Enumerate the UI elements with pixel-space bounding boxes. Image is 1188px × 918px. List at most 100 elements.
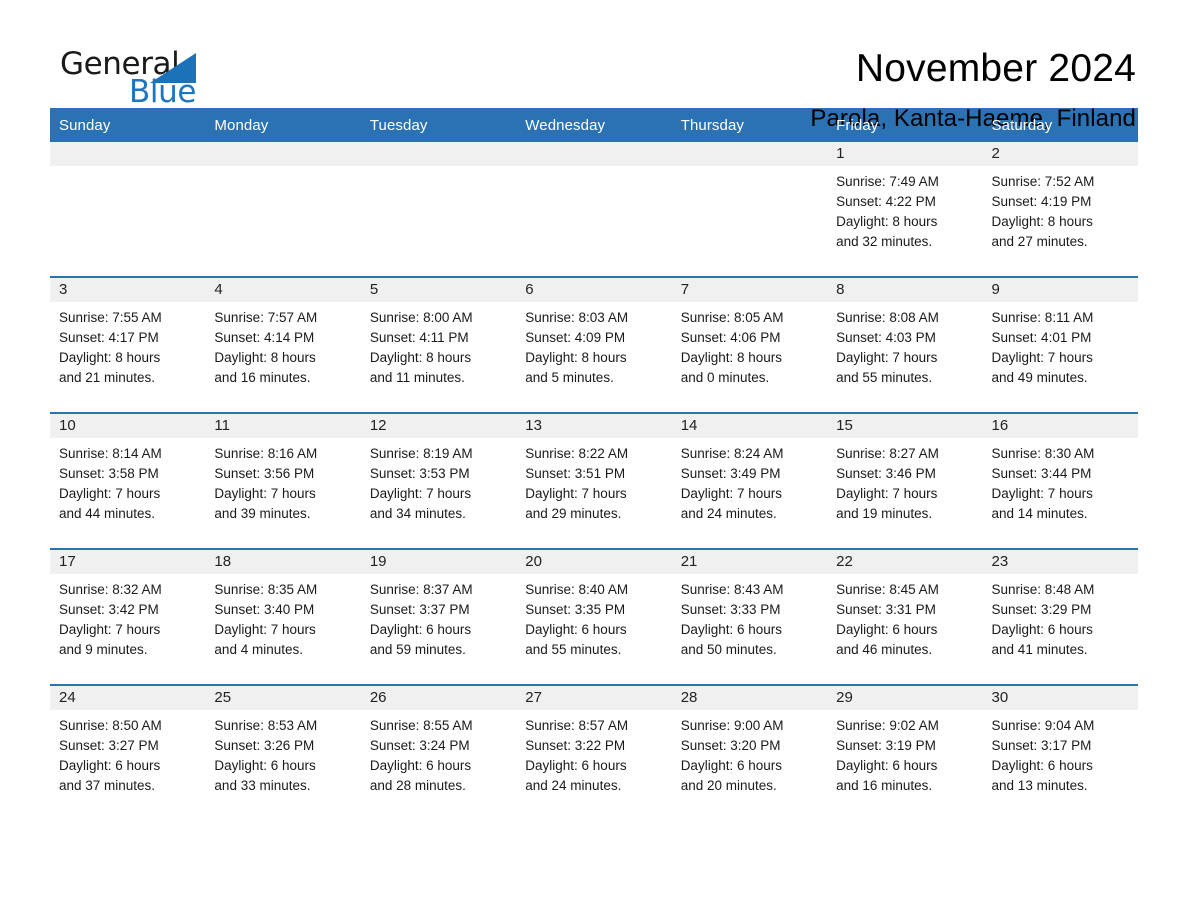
day-cell-content: 10 Sunrise: 8:14 AM Sunset: 3:58 PM Dayligh… — [50, 414, 206, 548]
calendar-day-cell[interactable]: 11 Sunrise: 8:16 AM Sunset: 3:56 PM Dayligh… — [205, 412, 361, 549]
day-cell-content — [671, 142, 828, 276]
daylight-text-line2: and 37 minutes. — [59, 778, 156, 793]
daylight-text-line2: and 34 minutes. — [369, 506, 466, 521]
sunset-text: Sunset: 3:58 PM — [59, 466, 159, 481]
calendar-day-cell[interactable]: 8 Sunrise: 8:08 AM Sunset: 4:03 PM Daylight… — [827, 276, 983, 413]
calendar-day-cell[interactable]: 28 Sunrise: 9:00 AM Sunset: 3:20 PM Dayligh… — [671, 684, 828, 820]
calendar-day-cell[interactable]: 5 Sunrise: 8:00 AM Sunset: 4:11 PM Daylight… — [360, 276, 517, 413]
sunset-text: Sunset: 3:46 PM — [836, 466, 936, 481]
daylight-text-line2: and 44 minutes. — [59, 506, 156, 521]
calendar-day-cell[interactable]: 1 Sunrise: 7:49 AM Sunset: 4:22 PM Daylight… — [827, 142, 983, 277]
daylight-text-line2: and 46 minutes. — [836, 642, 933, 657]
daylight-text-line2: and 50 minutes. — [680, 642, 777, 657]
calendar-week-row: 10 Sunrise: 8:14 AM Sunset: 3:58 PM Dayligh… — [50, 412, 1138, 549]
daylight-text-line2: and 24 minutes. — [525, 778, 622, 793]
day-number: 12 — [360, 414, 517, 438]
sunset-text: Sunset: 4:09 PM — [525, 330, 626, 345]
daylight-text-line1: Daylight: 7 hours — [836, 350, 938, 365]
calendar-day-cell[interactable]: 10 Sunrise: 8:14 AM Sunset: 3:58 PM Dayligh… — [50, 412, 206, 549]
daylight-text-line1: Daylight: 6 hours — [214, 758, 316, 773]
day-number: 26 — [360, 686, 517, 710]
sunset-text: Sunset: 3:56 PM — [214, 466, 315, 481]
sunset-text: Sunset: 3:31 PM — [836, 602, 936, 617]
calendar-day-cell[interactable]: 23 Sunrise: 8:48 AM Sunset: 3:29 PM Dayligh… — [982, 548, 1138, 685]
sunrise-text: Sunrise: 8:30 AM — [991, 446, 1095, 461]
day-cell-content: 18 Sunrise: 8:35 AM Sunset: 3:40 PM Dayligh… — [205, 550, 361, 684]
sunset-text: Sunset: 3:22 PM — [525, 738, 626, 753]
daylight-text-line2: and 27 minutes. — [991, 234, 1088, 249]
daylight-text-line1: Daylight: 8 hours — [836, 214, 938, 229]
calendar-day-cell[interactable]: 3 Sunrise: 7:55 AM Sunset: 4:17 PM Daylight… — [50, 276, 206, 413]
calendar-day-cell[interactable]: 20 Sunrise: 8:40 AM Sunset: 3:35 PM Dayligh… — [516, 548, 672, 685]
calendar-day-cell[interactable]: 13 Sunrise: 8:22 AM Sunset: 3:51 PM Dayligh… — [516, 412, 672, 549]
calendar-day-cell[interactable]: 16 Sunrise: 8:30 AM Sunset: 3:44 PM Dayligh… — [982, 412, 1138, 549]
day-sun-info: Sunrise: 8:11 AM Sunset: 4:01 PM Daylight:… — [983, 302, 1138, 388]
sunrise-text: Sunrise: 9:02 AM — [836, 718, 939, 733]
brand-name-blue: Blue — [129, 74, 196, 110]
calendar-day-cell[interactable]: 30 Sunrise: 9:04 AM Sunset: 3:17 PM Dayligh… — [982, 684, 1138, 820]
calendar-day-cell[interactable]: 24 Sunrise: 8:50 AM Sunset: 3:27 PM Dayligh… — [50, 684, 206, 820]
sunset-text: Sunset: 4:17 PM — [59, 330, 159, 345]
day-number: 19 — [360, 550, 517, 574]
calendar-day-cell[interactable]: 21 Sunrise: 8:43 AM Sunset: 3:33 PM Dayligh… — [671, 548, 828, 685]
sunrise-text: Sunrise: 8:32 AM — [59, 582, 162, 597]
calendar-week-row: 24 Sunrise: 8:50 AM Sunset: 3:27 PM Dayligh… — [50, 684, 1138, 820]
calendar-day-cell[interactable]: 27 Sunrise: 8:57 AM Sunset: 3:22 PM Dayligh… — [516, 684, 672, 820]
day-sun-info: Sunrise: 8:08 AM Sunset: 4:03 PM Daylight:… — [827, 302, 982, 388]
calendar-day-cell[interactable]: 17 Sunrise: 8:32 AM Sunset: 3:42 PM Dayligh… — [50, 548, 206, 685]
day-sun-info: Sunrise: 8:50 AM Sunset: 3:27 PM Daylight:… — [50, 710, 205, 796]
calendar-day-cell[interactable]: 19 Sunrise: 8:37 AM Sunset: 3:37 PM Dayligh… — [360, 548, 517, 685]
calendar-day-cell[interactable]: 6 Sunrise: 8:03 AM Sunset: 4:09 PM Daylight… — [516, 276, 672, 413]
day-cell-content: 8 Sunrise: 8:08 AM Sunset: 4:03 PM Daylight… — [827, 278, 983, 412]
calendar-day-cell[interactable]: 4 Sunrise: 7:57 AM Sunset: 4:14 PM Daylight… — [205, 276, 361, 413]
daylight-text-line1: Daylight: 6 hours — [836, 758, 938, 773]
daylight-text-line1: Daylight: 7 hours — [59, 622, 161, 637]
day-number: 25 — [205, 686, 361, 710]
day-sun-info: Sunrise: 7:49 AM Sunset: 4:22 PM Daylight:… — [827, 166, 982, 252]
daylight-text-line2: and 55 minutes. — [525, 642, 622, 657]
daylight-text-line1: Daylight: 7 hours — [369, 486, 472, 501]
brand-logo[interactable]: General Blue — [50, 46, 250, 116]
calendar-day-cell[interactable]: 18 Sunrise: 8:35 AM Sunset: 3:40 PM Dayligh… — [205, 548, 361, 685]
sunrise-text: Sunrise: 7:52 AM — [991, 174, 1095, 189]
daylight-text-line2: and 41 minutes. — [991, 642, 1088, 657]
calendar-day-cell-empty — [205, 142, 361, 277]
calendar-day-cell[interactable]: 7 Sunrise: 8:05 AM Sunset: 4:06 PM Daylight… — [671, 276, 828, 413]
daylight-text-line1: Daylight: 8 hours — [991, 214, 1093, 229]
daylight-text-line2: and 9 minutes. — [59, 642, 148, 657]
day-cell-content: 23 Sunrise: 8:48 AM Sunset: 3:29 PM Dayligh… — [982, 550, 1138, 684]
day-sun-info: Sunrise: 8:53 AM Sunset: 3:26 PM Daylight:… — [205, 710, 360, 796]
day-cell-content: 12 Sunrise: 8:19 AM Sunset: 3:53 PM Dayligh… — [360, 414, 517, 548]
sunset-text: Sunset: 4:14 PM — [214, 330, 315, 345]
calendar-day-cell[interactable]: 14 Sunrise: 8:24 AM Sunset: 3:49 PM Dayligh… — [671, 412, 828, 549]
daylight-text-line2: and 29 minutes. — [525, 506, 622, 521]
calendar-day-cell[interactable]: 25 Sunrise: 8:53 AM Sunset: 3:26 PM Dayligh… — [205, 684, 361, 820]
daylight-text-line2: and 16 minutes. — [214, 370, 311, 385]
daylight-text-line1: Daylight: 8 hours — [525, 350, 627, 365]
daylight-text-line1: Daylight: 6 hours — [680, 622, 782, 637]
day-cell-content — [360, 142, 517, 276]
daylight-text-line1: Daylight: 7 hours — [525, 486, 627, 501]
sunrise-text: Sunrise: 8:35 AM — [214, 582, 318, 597]
calendar-day-cell[interactable]: 29 Sunrise: 9:02 AM Sunset: 3:19 PM Dayligh… — [827, 684, 983, 820]
calendar-day-cell[interactable]: 15 Sunrise: 8:27 AM Sunset: 3:46 PM Dayligh… — [827, 412, 983, 549]
day-cell-content — [205, 142, 361, 276]
daylight-text-line1: Daylight: 6 hours — [836, 622, 938, 637]
calendar-day-cell[interactable]: 2 Sunrise: 7:52 AM Sunset: 4:19 PM Daylight… — [982, 142, 1138, 277]
daylight-text-line2: and 24 minutes. — [680, 506, 777, 521]
calendar-day-cell[interactable]: 9 Sunrise: 8:11 AM Sunset: 4:01 PM Daylight… — [982, 276, 1138, 413]
day-number: 28 — [671, 686, 828, 710]
daylight-text-line1: Daylight: 6 hours — [59, 758, 161, 773]
day-sun-info: Sunrise: 8:16 AM Sunset: 3:56 PM Daylight:… — [205, 438, 360, 524]
calendar-day-cell[interactable]: 22 Sunrise: 8:45 AM Sunset: 3:31 PM Dayligh… — [827, 548, 983, 685]
sunrise-text: Sunrise: 8:27 AM — [836, 446, 939, 461]
daylight-text-line1: Daylight: 7 hours — [836, 486, 938, 501]
day-cell-content: 25 Sunrise: 8:53 AM Sunset: 3:26 PM Dayligh… — [205, 686, 361, 820]
sunrise-text: Sunrise: 8:57 AM — [525, 718, 629, 733]
sunset-text: Sunset: 3:35 PM — [525, 602, 626, 617]
calendar-day-cell[interactable]: 12 Sunrise: 8:19 AM Sunset: 3:53 PM Dayligh… — [360, 412, 517, 549]
day-sun-info: Sunrise: 7:52 AM Sunset: 4:19 PM Daylight:… — [983, 166, 1138, 252]
calendar-day-cell[interactable]: 26 Sunrise: 8:55 AM Sunset: 3:24 PM Dayligh… — [360, 684, 517, 820]
sunset-text: Sunset: 4:22 PM — [836, 194, 936, 209]
day-number — [205, 142, 361, 166]
